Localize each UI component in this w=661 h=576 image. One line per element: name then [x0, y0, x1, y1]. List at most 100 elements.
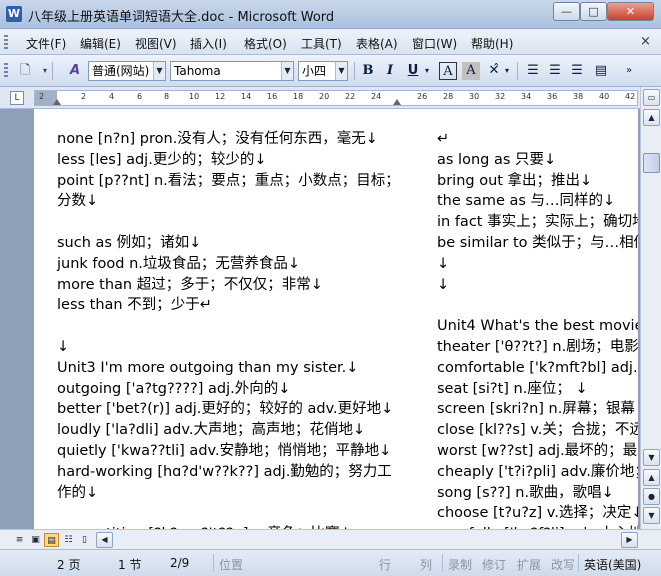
- word-app-icon[interactable]: W: [6, 6, 22, 22]
- text-line[interactable]: Unit4 What's the best movie theater?↓: [437, 316, 638, 337]
- text-line[interactable]: choose [t?u?z] v.选择；决定↓: [437, 503, 638, 524]
- menu-format[interactable]: 格式(O): [244, 35, 287, 52]
- italic-button[interactable]: I: [381, 62, 399, 80]
- text-line[interactable]: the same as 与…同样的↓: [437, 191, 638, 212]
- text-line[interactable]: ↓: [437, 254, 638, 275]
- scaling-dropdown-icon[interactable]: ▾: [502, 62, 512, 80]
- text-line[interactable]: seat [si?t] n.座位； ↓: [437, 379, 638, 400]
- maximize-button[interactable]: □: [580, 2, 607, 21]
- text-line[interactable]: junk food n.垃圾食品；无营养食品↓: [57, 254, 402, 275]
- align-center-icon[interactable]: ☰: [546, 62, 564, 80]
- left-text-column[interactable]: none [n?n] pron.没有人；没有任何东西，毫无↓ less [les]…: [57, 129, 402, 529]
- text-line[interactable]: less [les] adj.更少的；较少的↓: [57, 150, 402, 171]
- reading-layout-view-icon[interactable]: ▯: [77, 533, 92, 547]
- new-document-icon[interactable]: 🗋: [16, 62, 34, 80]
- status-language[interactable]: 英语(美国): [584, 556, 656, 573]
- text-line[interactable]: outgoing ['a?tg????] adj.外向的↓: [57, 379, 402, 400]
- status-overtype[interactable]: 改写: [551, 556, 575, 573]
- horizontal-ruler[interactable]: 2 2 4 6 8 10 12 14 16 18 20 22 24 26 28 …: [34, 90, 638, 106]
- chevron-down-icon[interactable]: ▼: [153, 62, 165, 80]
- blank-line[interactable]: [437, 295, 638, 316]
- text-line[interactable]: comfortable ['k?mft?bl] adj.舒适的↓: [437, 358, 638, 379]
- menu-insert[interactable]: 插入(I): [190, 35, 227, 52]
- right-text-column[interactable]: ↵ as long as 只要↓ bring out 拿出；推出↓ the same …: [437, 129, 638, 529]
- text-line[interactable]: point [p??nt] n.看法；要点；重点；小数点；目标；分数↓: [57, 171, 402, 213]
- status-track-changes[interactable]: 修订: [482, 556, 506, 573]
- text-line[interactable]: screen [skri?n] n.屏幕；银幕↓: [437, 399, 638, 420]
- horizontal-scrollbar[interactable]: ≡ ▣ ▤ ☷ ▯ ◀ ▶: [0, 529, 661, 549]
- status-extend[interactable]: 扩展: [517, 556, 541, 573]
- text-line[interactable]: quietly ['kwa??tli] adv.安静地；悄悄地；平静地↓: [57, 441, 402, 462]
- text-line[interactable]: ↓: [57, 337, 402, 358]
- text-line[interactable]: more than 超过；多于；不仅仅；非常↓: [57, 275, 402, 296]
- character-scaling-icon[interactable]: ✕̂: [485, 62, 503, 80]
- text-line[interactable]: hard-working [hɑ?d'w??k??] adj.勤勉的；努力工作的…: [57, 462, 402, 504]
- web-layout-view-icon[interactable]: ▣: [28, 533, 43, 547]
- scroll-left-icon[interactable]: ◀: [96, 532, 113, 548]
- character-border-button[interactable]: A: [439, 62, 457, 80]
- text-line[interactable]: loudly ['la?dli] adv.大声地；高声地；花俏地↓: [57, 420, 402, 441]
- underline-dropdown-icon[interactable]: ▾: [422, 62, 432, 80]
- text-line[interactable]: better ['bet?(r)] adj.更好的；较好的 adv.更好地↓: [57, 399, 402, 420]
- text-line[interactable]: be similar to 类似于；与…相似↓: [437, 233, 638, 254]
- font-size-combo[interactable]: 小四 ▼: [298, 61, 348, 81]
- text-line[interactable]: worst [w??st] adj.最坏的；最差的↓: [437, 441, 638, 462]
- text-line[interactable]: as long as 只要↓: [437, 150, 638, 171]
- menu-grip-icon[interactable]: [4, 35, 8, 49]
- text-line[interactable]: song [s??] n.歌曲，歌唱↓: [437, 483, 638, 504]
- blank-line[interactable]: [57, 503, 402, 524]
- text-line[interactable]: none [n?n] pron.没有人；没有任何东西，毫无↓: [57, 129, 402, 150]
- styles-and-formatting-icon[interactable]: A: [66, 62, 84, 80]
- scrollbar-thumb[interactable]: [643, 153, 660, 173]
- style-combo[interactable]: 普通(网站) ▼: [88, 61, 166, 81]
- scroll-right-icon[interactable]: ▶: [621, 532, 638, 548]
- bold-button[interactable]: B: [359, 62, 377, 80]
- text-line[interactable]: less than 不到；少于↵: [57, 295, 402, 316]
- outline-view-icon[interactable]: ☷: [61, 533, 76, 547]
- blank-line[interactable]: [57, 212, 402, 233]
- chevron-down-icon[interactable]: ▼: [335, 62, 347, 80]
- menu-window[interactable]: 窗口(W): [412, 35, 457, 52]
- scroll-down-icon[interactable]: ▼: [643, 449, 660, 466]
- text-line[interactable]: ↵: [437, 129, 638, 150]
- ruler-toggle-icon[interactable]: ▭: [643, 89, 660, 106]
- menu-file[interactable]: 文件(F): [26, 35, 66, 52]
- menu-table[interactable]: 表格(A): [356, 35, 398, 52]
- toolbar-grip-icon[interactable]: [4, 63, 8, 77]
- right-indent-marker[interactable]: [393, 91, 401, 105]
- toolbar-overflow-icon[interactable]: »: [620, 62, 638, 80]
- scroll-up-icon[interactable]: ▲: [643, 109, 660, 126]
- next-page-icon[interactable]: ▼: [643, 507, 660, 524]
- text-line[interactable]: Unit3 I'm more outgoing than my sister.↓: [57, 358, 402, 379]
- blank-line[interactable]: [57, 316, 402, 337]
- text-line[interactable]: such as 例如；诸如↓: [57, 233, 402, 254]
- close-button[interactable]: ✕: [607, 2, 654, 21]
- align-right-icon[interactable]: ☰: [568, 62, 586, 80]
- vertical-scrollbar[interactable]: ▭ ▲ ▼ ▲ ● ▼: [640, 87, 661, 529]
- text-line[interactable]: theater ['θ??t?] n.剧场；电影院↓: [437, 337, 638, 358]
- menu-help[interactable]: 帮助(H): [471, 35, 513, 52]
- text-line[interactable]: close [kl??s] v.关；合拢；不远的↓: [437, 420, 638, 441]
- menu-view[interactable]: 视图(V): [135, 35, 177, 52]
- status-record[interactable]: 录制: [448, 556, 472, 573]
- print-layout-view-icon[interactable]: ▤: [44, 533, 59, 547]
- text-line[interactable]: cheaply ['t?i?pli] adv.廉价地；便宜地↓: [437, 462, 638, 483]
- align-left-icon[interactable]: ☰: [524, 62, 542, 80]
- font-combo[interactable]: Tahoma ▼: [170, 61, 294, 81]
- first-line-indent-marker[interactable]: [53, 91, 61, 105]
- document-page[interactable]: none [n?n] pron.没有人；没有任何东西，毫无↓ less [les]…: [34, 109, 638, 529]
- text-line[interactable]: bring out 拿出；推出↓: [437, 171, 638, 192]
- menu-tools[interactable]: 工具(T): [301, 35, 342, 52]
- chevron-down-icon[interactable]: ▼: [281, 62, 293, 80]
- previous-page-icon[interactable]: ▲: [643, 469, 660, 486]
- underline-button[interactable]: U: [404, 62, 422, 80]
- text-line[interactable]: ↓: [437, 275, 638, 296]
- justify-icon[interactable]: ▤: [592, 62, 610, 80]
- browse-object-icon[interactable]: ●: [643, 488, 660, 505]
- text-line[interactable]: in fact 事实上；实际上；确切地说↓: [437, 212, 638, 233]
- document-close-icon[interactable]: ×: [640, 34, 651, 49]
- menu-edit[interactable]: 编辑(E): [80, 35, 121, 52]
- normal-view-icon[interactable]: ≡: [12, 533, 27, 547]
- character-shading-button[interactable]: A: [462, 62, 480, 80]
- tab-selector[interactable]: L: [10, 91, 24, 105]
